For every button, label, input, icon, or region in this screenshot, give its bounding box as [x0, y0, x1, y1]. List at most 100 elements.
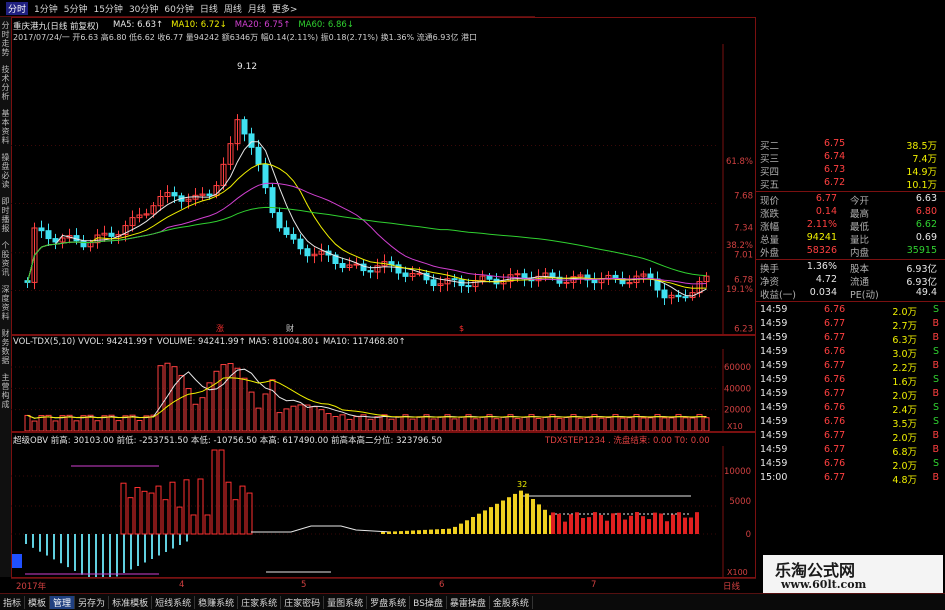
obv-neg-bar — [165, 534, 167, 552]
bottom-tab[interactable]: 暴雷操盘 — [447, 595, 490, 609]
bottom-tab[interactable]: 庄家密码 — [281, 595, 325, 609]
obv-yellow-bar — [471, 517, 475, 534]
tick-volume: 3.0万 — [892, 349, 917, 360]
period-tab[interactable]: 日线 — [200, 2, 218, 15]
volume-bar — [451, 418, 458, 431]
stat-label: PE(动) — [850, 290, 879, 301]
left-tab[interactable]: 主营构成 — [0, 373, 11, 409]
volume-chart[interactable]: 60000 40000 20000 X10 — [11, 349, 756, 431]
price-axis-label: 7.34 — [734, 223, 753, 233]
tick-side: S — [932, 374, 939, 385]
candle-body — [367, 270, 374, 273]
volume-bar — [682, 417, 689, 431]
bottom-tab[interactable]: BS操盘 — [410, 595, 447, 609]
period-tab[interactable]: 1分钟 — [34, 2, 58, 15]
volume-bar — [339, 414, 346, 431]
period-tab[interactable]: 周线 — [224, 2, 242, 15]
volume-axis-label: 60000 — [724, 363, 751, 373]
left-tab[interactable]: 深度资料 — [0, 285, 11, 321]
date-axis-label: 7 — [591, 580, 597, 590]
left-tab[interactable]: 财务数据 — [0, 329, 11, 365]
obv-chart[interactable]: 32 10000 5000 0 X100 — [11, 446, 756, 577]
period-tab[interactable]: 5分钟 — [64, 2, 88, 15]
bid-price: 6.73 — [824, 164, 846, 175]
obv-neg-bar — [74, 534, 76, 571]
volume-bar — [24, 414, 31, 431]
volume-bar — [395, 416, 402, 431]
volume-bar — [619, 417, 626, 431]
obv-yellow-bar — [435, 529, 439, 534]
obv-pos-bar — [232, 499, 239, 535]
bottom-tab[interactable]: 罗盘系统 — [367, 595, 411, 609]
volume-bar — [318, 409, 325, 431]
obv-yellow-bar — [483, 510, 487, 534]
obv-yellow-bar — [459, 523, 463, 534]
obv-yellow-bar — [417, 530, 421, 534]
volume-bar — [262, 393, 269, 431]
bottom-tab[interactable]: 短线系统 — [152, 595, 196, 609]
tick-price: 6.77 — [824, 332, 846, 343]
volume-bar — [703, 417, 710, 431]
tick-row: 15:00 6.77 4.8万 B — [756, 472, 945, 486]
period-tab[interactable]: 60分钟 — [164, 2, 193, 15]
stat-label: 内盘 — [850, 248, 870, 259]
stat-value: 0.034 — [809, 287, 837, 298]
obv-red-bar — [647, 519, 651, 534]
stat-label: 流通 — [850, 277, 870, 288]
left-tab[interactable]: 基本资料 — [0, 109, 11, 145]
obv-red-bar — [689, 517, 693, 534]
obv-red-bar — [635, 512, 639, 534]
obv-neg-bar — [102, 534, 104, 577]
obv-pos-bar — [169, 481, 176, 535]
left-tab[interactable]: 技术分析 — [0, 65, 11, 101]
obv-neg-bar — [151, 534, 153, 559]
period-tab[interactable]: 15分钟 — [93, 2, 122, 15]
tick-time: 14:59 — [760, 444, 788, 455]
bottom-tab[interactable]: 稳赚系统 — [195, 595, 239, 609]
left-tab[interactable]: 即时播报 — [0, 197, 11, 233]
period-tab[interactable]: 分时 — [6, 1, 29, 15]
fib-axis-label: 61.8% — [726, 157, 753, 167]
period-tab[interactable]: 月线 — [248, 2, 266, 15]
bottom-tab[interactable]: 量图系统 — [324, 595, 368, 609]
bid-label: 买五 — [760, 180, 780, 191]
bottom-tab[interactable]: 模板 — [25, 595, 51, 609]
volume-bar — [31, 420, 38, 431]
stat-value: 49.4 — [915, 287, 937, 298]
left-tab[interactable]: 个股资讯 — [0, 241, 11, 277]
obv-marker — [12, 554, 22, 568]
bid-price: 6.74 — [824, 151, 846, 162]
obv-header: 超级OBV 前高: 30103.00 前低: -253751.50 本低: -1… — [13, 436, 443, 446]
bottom-tab[interactable]: 庄家系统 — [238, 595, 282, 609]
date-axis: 2017年 4 5 6 7 日线 — [11, 578, 756, 593]
period-tab[interactable]: 30分钟 — [129, 2, 158, 15]
volume-bar — [437, 416, 444, 431]
obv-pos-bar — [225, 481, 232, 535]
candle-body — [682, 296, 689, 299]
bottom-tab[interactable]: 另存为 — [75, 595, 110, 609]
left-tab[interactable]: 操盘必读 — [0, 153, 11, 189]
obv-yellow-bar — [381, 532, 385, 534]
bottom-tab[interactable]: 金股系统 — [490, 595, 533, 609]
obv-neg-bar — [123, 534, 125, 573]
tick-row: 14:59 6.77 2.7万 B — [756, 318, 945, 332]
bottom-tab[interactable]: 标准模板 — [109, 595, 153, 609]
date-axis-label: 2017年 — [16, 582, 47, 592]
tick-price: 6.76 — [824, 416, 846, 427]
stat-label: 涨幅 — [760, 222, 780, 233]
candle-body — [339, 262, 346, 268]
period-tab[interactable]: 更多> — [272, 2, 298, 15]
candle-body — [206, 193, 213, 196]
candle-body — [108, 232, 115, 237]
bid-label: 买二 — [760, 141, 780, 152]
bottom-tab[interactable]: 指标 — [0, 595, 26, 609]
volume-bar — [269, 379, 276, 431]
volume-bar — [241, 377, 248, 431]
bar-info-line: 2017/07/24/一 开6.63 高6.80 低6.62 收6.77 量94… — [13, 33, 477, 42]
candle-body — [451, 278, 458, 281]
bottom-tab[interactable]: 管理 — [50, 595, 76, 609]
obv-red-bar — [587, 517, 591, 534]
bid-row: 买三 6.74 7.4万 — [756, 151, 945, 165]
left-tab[interactable]: 分时走势 — [0, 21, 11, 57]
candlestick-chart[interactable]: 9.127.687.347.016.786.2361.8%38.2%19.1%涨… — [11, 44, 756, 334]
